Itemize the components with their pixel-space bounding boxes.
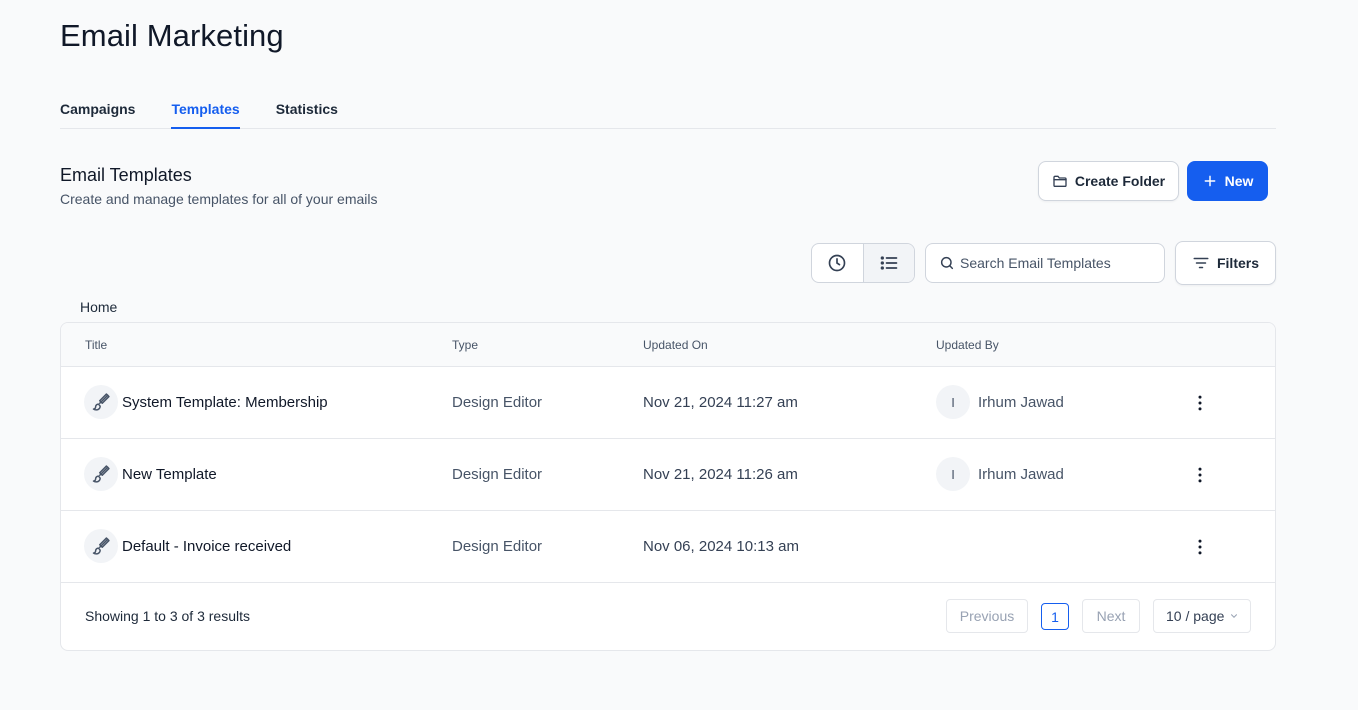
- history-view-button[interactable]: [812, 244, 863, 282]
- template-type: Design Editor: [452, 394, 543, 411]
- paintbrush-icon: [84, 529, 118, 563]
- template-title[interactable]: System Template: Membership: [122, 394, 328, 411]
- tab-templates[interactable]: Templates: [171, 98, 240, 129]
- more-vertical-icon: [1198, 467, 1202, 483]
- tab-bar: Campaigns Templates Statistics: [60, 98, 1276, 129]
- page-title: Email Marketing: [60, 18, 284, 53]
- table-row[interactable]: System Template: Membership Design Edito…: [61, 367, 1275, 439]
- table-row[interactable]: Default - Invoice received Design Editor…: [61, 511, 1275, 583]
- avatar: I: [936, 385, 970, 419]
- paintbrush-icon: [84, 385, 118, 419]
- column-header-title[interactable]: Title: [85, 338, 107, 352]
- previous-page-button[interactable]: Previous: [946, 599, 1028, 633]
- new-template-button[interactable]: New: [1187, 161, 1268, 201]
- clock-icon: [828, 254, 846, 272]
- template-updated-on: Nov 21, 2024 11:26 am: [643, 466, 798, 483]
- table-row[interactable]: New Template Design Editor Nov 21, 2024 …: [61, 439, 1275, 511]
- paintbrush-icon: [84, 457, 118, 491]
- templates-table: Title Type Updated On Updated By System …: [60, 322, 1276, 651]
- results-summary: Showing 1 to 3 of 3 results: [85, 608, 250, 624]
- row-actions-button[interactable]: [1188, 391, 1212, 415]
- row-actions-button[interactable]: [1188, 535, 1212, 559]
- template-title[interactable]: New Template: [122, 466, 217, 483]
- tab-campaigns[interactable]: Campaigns: [60, 98, 135, 129]
- template-updated-on: Nov 06, 2024 10:13 am: [643, 538, 799, 555]
- page-size-label: 10 / page: [1166, 608, 1225, 624]
- breadcrumb[interactable]: Home: [80, 299, 117, 315]
- search-icon: [940, 256, 954, 270]
- search-field[interactable]: [925, 243, 1165, 283]
- create-folder-label: Create Folder: [1074, 173, 1166, 189]
- chevron-down-icon: [1231, 614, 1238, 618]
- folder-icon: [1053, 175, 1067, 187]
- section-title: Email Templates: [60, 165, 192, 185]
- filter-lines-icon: [1193, 257, 1209, 269]
- column-header-type[interactable]: Type: [452, 338, 478, 352]
- template-title[interactable]: Default - Invoice received: [122, 538, 291, 555]
- template-updated-by: Irhum Jawad: [978, 394, 1064, 411]
- template-type: Design Editor: [452, 538, 543, 555]
- filters-label: Filters: [1216, 255, 1259, 271]
- list-icon: [880, 256, 898, 270]
- column-header-updated-on[interactable]: Updated On: [643, 338, 708, 352]
- next-page-button[interactable]: Next: [1082, 599, 1140, 633]
- template-updated-on: Nov 21, 2024 11:27 am: [643, 394, 798, 411]
- page-size-select[interactable]: 10 / page: [1153, 599, 1251, 633]
- section-subtitle: Create and manage templates for all of y…: [60, 191, 378, 207]
- filters-button[interactable]: Filters: [1175, 241, 1276, 285]
- more-vertical-icon: [1198, 395, 1202, 411]
- create-folder-button[interactable]: Create Folder: [1038, 161, 1179, 201]
- column-header-updated-by[interactable]: Updated By: [936, 338, 999, 352]
- plus-icon: [1204, 175, 1215, 187]
- view-toggle: [811, 243, 915, 283]
- list-view-button[interactable]: [862, 244, 914, 282]
- new-label: New: [1224, 173, 1254, 189]
- template-updated-by: Irhum Jawad: [978, 466, 1064, 483]
- table-header: Title Type Updated On Updated By: [61, 323, 1275, 367]
- table-footer: Showing 1 to 3 of 3 results Previous 1 N…: [61, 583, 1275, 650]
- tab-statistics[interactable]: Statistics: [276, 98, 338, 129]
- avatar: I: [936, 457, 970, 491]
- search-input[interactable]: [960, 255, 1160, 271]
- template-type: Design Editor: [452, 466, 543, 483]
- row-actions-button[interactable]: [1188, 463, 1212, 487]
- more-vertical-icon: [1198, 539, 1202, 555]
- page-number-button[interactable]: 1: [1041, 603, 1069, 630]
